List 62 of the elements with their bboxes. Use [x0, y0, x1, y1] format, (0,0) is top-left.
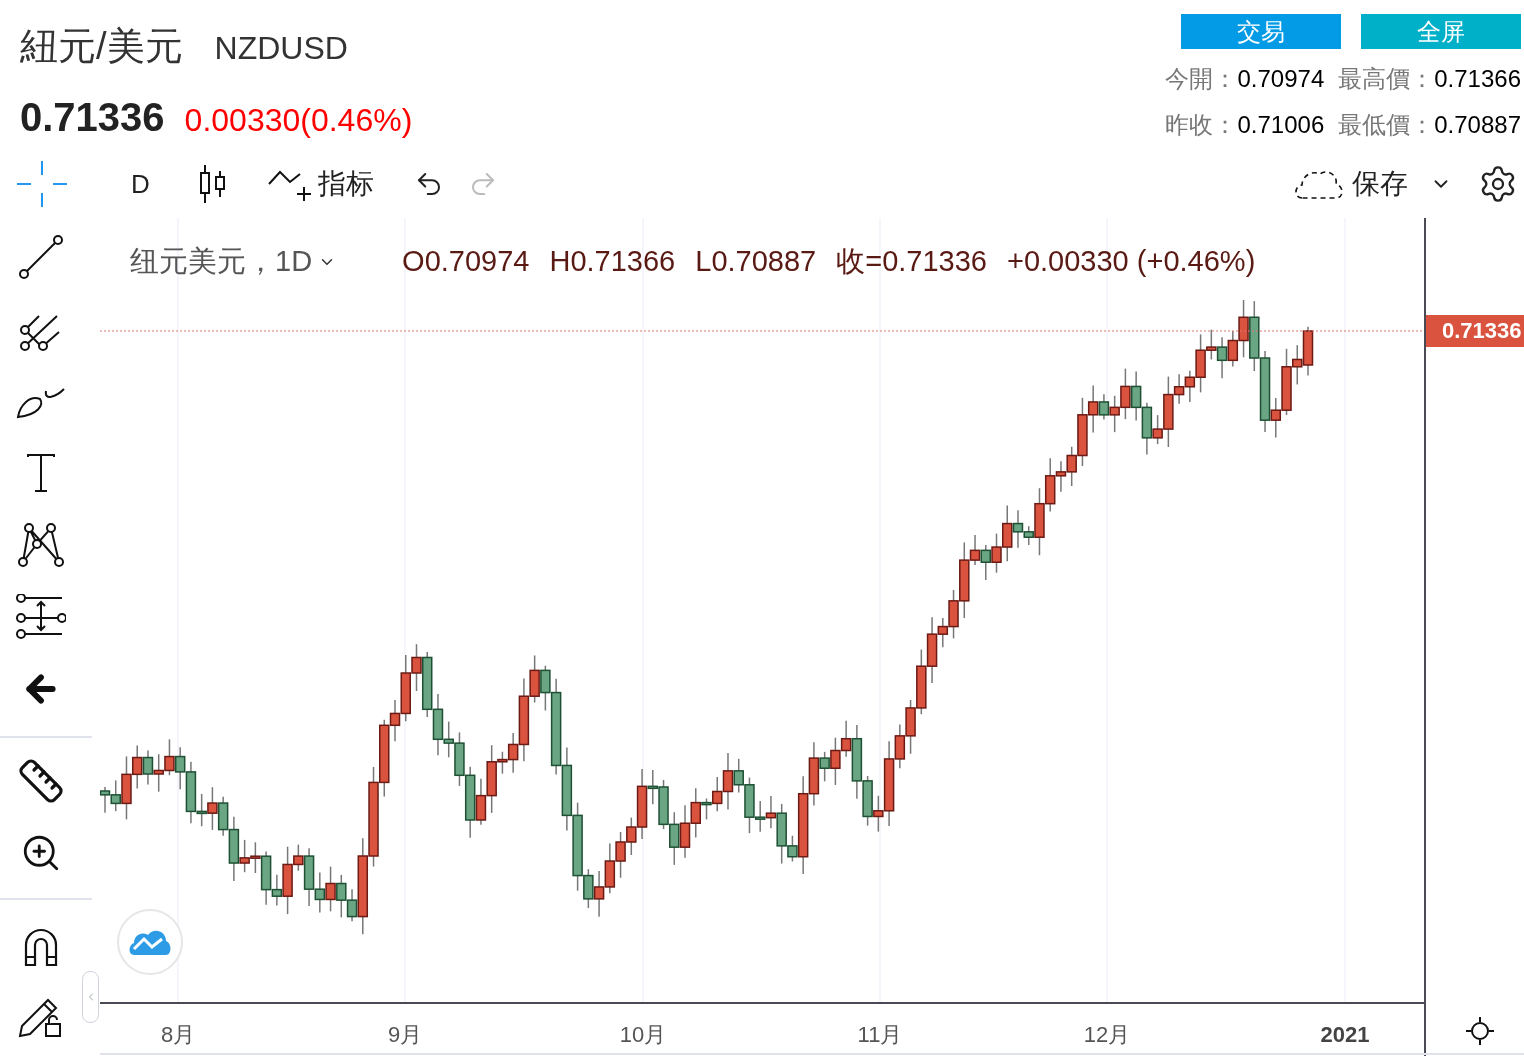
candle — [1109, 395, 1120, 433]
time-axis-label: 10月 — [619, 1021, 667, 1049]
candle — [336, 874, 347, 919]
candle — [164, 738, 175, 776]
candle — [658, 779, 669, 830]
candle — [142, 749, 154, 786]
candle — [916, 648, 927, 715]
legend-high: H0.71366 — [549, 244, 676, 279]
candle — [1216, 336, 1228, 379]
candle — [991, 532, 1002, 574]
candle — [411, 643, 422, 692]
candle — [604, 842, 616, 894]
stat-label: 最高價： — [1338, 64, 1435, 94]
symbol-code: NZDUSD — [214, 29, 348, 68]
candle — [1130, 370, 1142, 422]
time-axis-label: 9月 — [387, 1021, 423, 1049]
legend-low: L0.70887 — [695, 244, 817, 279]
price-label: 0.71336 — [1426, 315, 1524, 347]
candle — [615, 831, 626, 879]
time-axis-label: 12月 — [1083, 1021, 1131, 1049]
candle — [980, 544, 991, 581]
price-change: 0.00330(0.46%) — [184, 101, 413, 140]
ruler-icon[interactable] — [16, 756, 66, 806]
candle — [1302, 326, 1314, 377]
legend-close: 收=0.71336 — [836, 244, 987, 279]
candle — [207, 786, 218, 831]
projection-icon[interactable] — [16, 592, 66, 642]
symbol-interval-button[interactable]: 纽元美元，1D — [130, 240, 313, 284]
stat-label: 昨收： — [1165, 110, 1238, 140]
candle — [1249, 300, 1260, 372]
candle — [905, 699, 916, 755]
candle — [153, 753, 164, 793]
interval-button[interactable]: D — [131, 164, 150, 204]
stat-label: 最低價： — [1338, 110, 1435, 140]
time-axis-label: 2021 — [1320, 1021, 1370, 1049]
pattern-icon[interactable] — [16, 520, 66, 570]
current-price: 0.71336 — [20, 94, 165, 141]
stat-value: 0.71006 — [1237, 110, 1325, 140]
candle — [679, 804, 691, 859]
trend-line-icon[interactable] — [16, 232, 66, 282]
stat-value: 0.71366 — [1434, 64, 1521, 94]
candle — [1120, 367, 1131, 420]
pair-name: 紐元/美元 — [20, 24, 183, 69]
candle — [422, 651, 433, 718]
candle — [314, 871, 326, 914]
time-axis-label: 8月 — [160, 1021, 196, 1049]
cloud-icon — [1294, 168, 1344, 200]
theme-toggle-icon[interactable] — [1465, 1016, 1495, 1046]
legend-open: O0.70974 — [402, 244, 530, 279]
candle — [100, 786, 111, 814]
crosshair-icon[interactable] — [17, 161, 67, 207]
stat-label: 今開： — [1165, 64, 1238, 94]
indicators-button[interactable]: 指标 — [267, 163, 374, 205]
time-axis-label: 11月 — [857, 1021, 903, 1049]
candle — [669, 811, 680, 866]
stat-value: 0.70974 — [1237, 64, 1325, 94]
legend-change: +0.00330 (+0.46%) — [1007, 244, 1256, 279]
candlestick-icon[interactable] — [197, 165, 228, 203]
candle — [325, 865, 336, 913]
save-button[interactable]: 保存 — [1294, 163, 1408, 205]
candle — [593, 870, 605, 918]
stat-value: 0.70887 — [1434, 110, 1521, 140]
